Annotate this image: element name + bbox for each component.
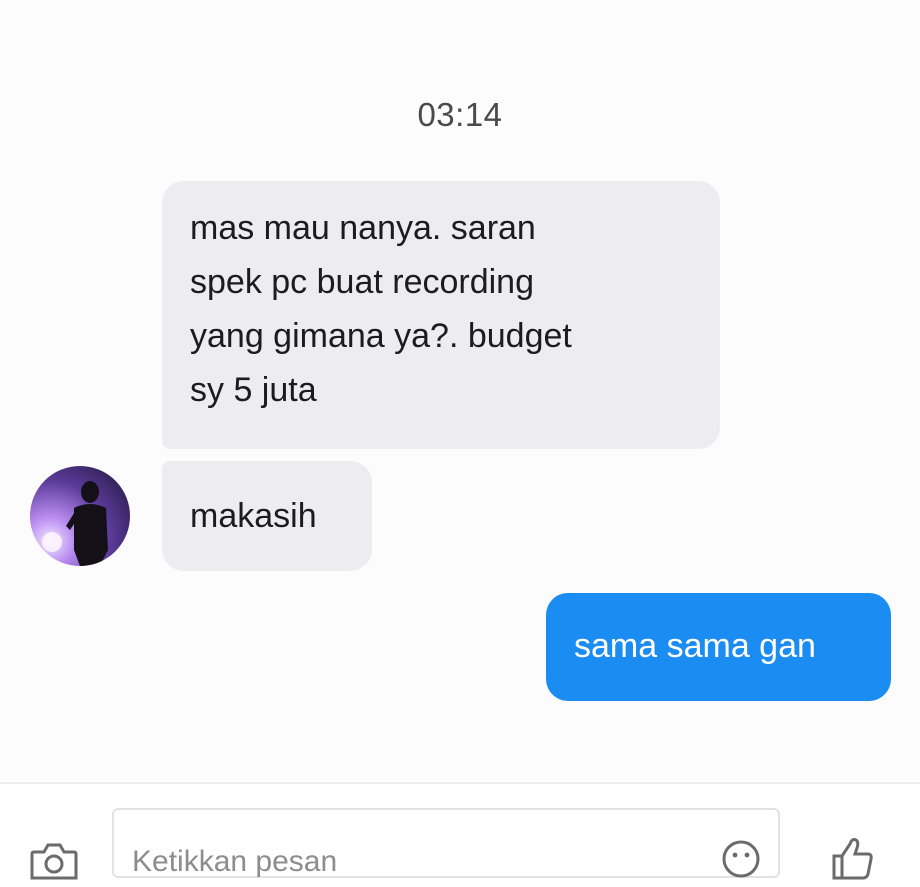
chat-thread: 03:14 mas mau nanya. saran spek pc buat … [0,0,920,780]
thumbs-up-icon[interactable] [828,834,876,882]
contact-avatar[interactable] [30,466,130,566]
message-line: spek pc buat recording [190,263,534,301]
camera-icon[interactable] [28,840,80,880]
message-input-placeholder: Ketikkan pesan [132,845,338,878]
message-timestamp: 03:14 [417,96,503,133]
avatar-photo [42,481,108,566]
outgoing-message-bubble[interactable]: sama sama gan [546,593,891,701]
message-text: sama sama gan [574,627,816,665]
incoming-message-bubble[interactable]: makasih [162,461,372,571]
message-line: yang gimana ya?. budget [190,317,572,355]
emoji-icon[interactable] [720,838,762,880]
message-text: makasih [190,497,317,535]
message-input[interactable]: Ketikkan pesan [112,808,780,878]
message-line: mas mau nanya. saran [190,209,536,247]
incoming-message-bubble[interactable]: mas mau nanya. saran spek pc buat record… [162,181,720,449]
message-line: sy 5 juta [190,371,317,409]
